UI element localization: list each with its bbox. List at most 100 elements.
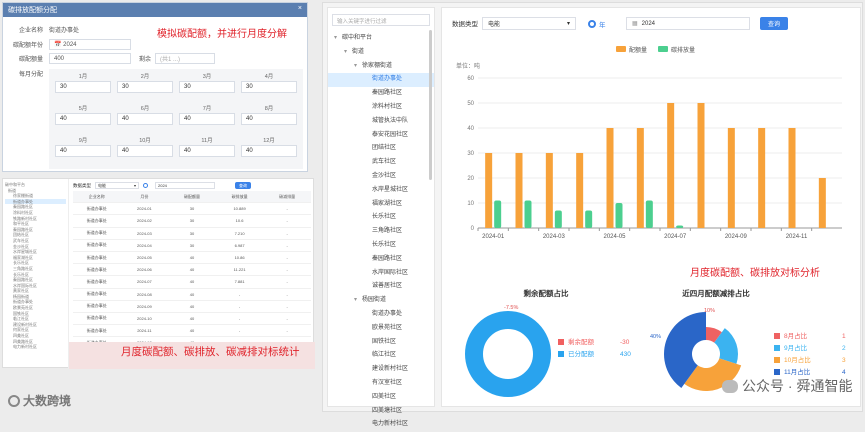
data-type-select[interactable]: 电能 ▾	[482, 17, 576, 30]
tree-item[interactable]: 街道办事处	[328, 73, 434, 88]
month-input[interactable]: 40	[241, 145, 297, 157]
month-input[interactable]: 40	[55, 113, 111, 125]
tree-item-label: 国铁社区	[372, 338, 397, 345]
tree-item[interactable]: 有汉室社区	[328, 377, 434, 391]
table-row[interactable]: 街道办事处 2024-01 30 10.889 -	[73, 203, 311, 216]
tree-item[interactable]: 泰安花园社区	[328, 129, 434, 143]
quota-bar[interactable]	[545, 153, 553, 228]
quota-bar[interactable]	[758, 128, 766, 228]
tree-item[interactable]: 涂料村社区	[328, 101, 434, 115]
tree-item[interactable]: 武车社区	[328, 156, 434, 170]
remaining-input[interactable]: (共1 ...)	[155, 53, 216, 64]
table-row[interactable]: 街道办事处 2024-07 40 7.881 -	[73, 276, 311, 289]
watermark-right: 公众号 · 舜通智能	[722, 376, 852, 396]
legend-label: 配额量	[629, 46, 647, 54]
tree-item[interactable]: 国铁社区	[328, 336, 434, 350]
tree-item[interactable]: 城管执法中队	[328, 115, 434, 129]
query-button[interactable]: 查询	[760, 17, 789, 30]
quota-bar[interactable]	[788, 128, 796, 228]
emission-bar[interactable]	[554, 210, 562, 229]
quota-bar[interactable]	[576, 153, 584, 228]
close-icon[interactable]: ×	[298, 5, 302, 15]
brand-logo-icon	[8, 394, 20, 407]
tree-item[interactable]: 建设新村社区	[328, 363, 434, 377]
tree-item[interactable]: 电力新村社区	[328, 418, 434, 432]
month-input[interactable]: 30	[241, 81, 297, 93]
table-row[interactable]: 街道办事处 2024-09 40 - -	[73, 301, 311, 313]
table-row[interactable]: 街道办事处 2024-03 30 7.210 -	[73, 228, 311, 240]
emission-bar[interactable]	[645, 200, 653, 229]
tree-item[interactable]: 四美塘社区	[328, 405, 434, 419]
mini-year-picker[interactable]: 2024	[155, 182, 215, 189]
emission-bar[interactable]	[524, 200, 532, 229]
table-row[interactable]: 街道办事处 2024-04 30 6.987 -	[73, 240, 311, 252]
year-picker[interactable]: ▦ 2024	[626, 17, 750, 30]
tree-item[interactable]: 四美社区	[328, 391, 434, 405]
mini-tree-item[interactable]: 电力新村社区	[5, 344, 66, 350]
tree-item[interactable]: 长乐社区	[328, 211, 434, 225]
tree-scrollbar[interactable]	[429, 30, 432, 180]
tree-item[interactable]: 秦园路社区	[328, 87, 434, 101]
table-row[interactable]: 街道办事处 2024-08 40 - -	[73, 289, 311, 301]
tree-item[interactable]: 福家湖社区	[328, 198, 434, 212]
table-row[interactable]: 街道办事处 2024-11 40 - -	[73, 325, 311, 338]
month-label: 7月	[202, 106, 212, 112]
month-input[interactable]: 40	[179, 113, 235, 125]
tree-item[interactable]: 金沙社区	[328, 170, 434, 184]
tree-item[interactable]: 街道办事处	[328, 308, 434, 322]
table-row[interactable]: 街道办事处 2024-02 30 10.6 -	[73, 215, 311, 228]
emission-bar[interactable]	[676, 225, 684, 229]
table-cell: -	[286, 206, 288, 212]
tree-item[interactable]: 水岸星城社区	[328, 184, 434, 198]
year-radio[interactable]: 年	[588, 19, 606, 29]
quota-bar[interactable]	[636, 128, 644, 228]
column-header: 月份	[140, 193, 149, 199]
month-input[interactable]: 40	[55, 145, 111, 157]
month-input[interactable]: 30	[55, 81, 111, 93]
quota-bar[interactable]	[515, 153, 523, 228]
mini-type-select[interactable]: 电能 ▾	[95, 182, 139, 189]
year-picker[interactable]: 📅 2024	[49, 39, 131, 50]
tree-item[interactable]: 水岸国际社区	[328, 267, 434, 281]
month-input[interactable]: 40	[117, 113, 173, 125]
month-input[interactable]: 40	[179, 145, 235, 157]
table-row[interactable]: 街道办事处 2024-10 40 - -	[73, 313, 311, 326]
tree-item-label: 杨园街道	[362, 297, 387, 304]
month-cell: 12月 40	[241, 136, 297, 157]
tree-item[interactable]: 三角路社区	[328, 225, 434, 239]
quota-bar[interactable]	[727, 128, 735, 228]
tree-search-input[interactable]: 输入关键字进行过滤	[332, 14, 430, 26]
tree-item[interactable]: ▾ 街道	[328, 46, 434, 60]
quota-bar[interactable]	[697, 103, 705, 228]
mini-query-button[interactable]: 查询	[235, 182, 251, 189]
tree-item[interactable]: 长乐社区	[328, 239, 434, 253]
quota-bar[interactable]	[606, 128, 614, 228]
quota-bar[interactable]	[818, 178, 826, 228]
month-input[interactable]: 30	[179, 81, 235, 93]
table-row[interactable]: 街道办事处 2024-05 40 10.86 -	[73, 252, 311, 265]
x-tick-label: 2024-03	[543, 234, 566, 238]
tree-item[interactable]: ▾ 碳中和平台	[328, 32, 434, 46]
emission-bar[interactable]	[494, 200, 502, 229]
tree-item[interactable]: ▾ 徐家棚街道	[328, 60, 434, 74]
tree-item[interactable]: 临江社区	[328, 349, 434, 363]
tree-item[interactable]: ▾ 杨园街道	[328, 294, 434, 308]
emission-bar[interactable]	[585, 210, 593, 229]
donut-slice-allocated[interactable]	[465, 311, 551, 397]
quota-input[interactable]: 400	[49, 53, 131, 64]
tree-item[interactable]: 欧景苑社区	[328, 322, 434, 336]
tree-item[interactable]: 诚善居社区	[328, 280, 434, 294]
mini-year-radio[interactable]	[143, 183, 148, 188]
table-row[interactable]: 街道办事处 2024-06 40 11.221 -	[73, 264, 311, 277]
month-input[interactable]: 40	[117, 145, 173, 157]
quota-bar[interactable]	[485, 153, 493, 228]
tree-item[interactable]: 秦园路社区	[328, 253, 434, 267]
emission-bar[interactable]	[615, 203, 623, 228]
quota-bar[interactable]	[667, 103, 675, 228]
remaining-quota-donut: 剩余配额占比-7.5%107.5%剩余配额-30已分配额430	[465, 288, 631, 397]
table-cell: 40	[189, 328, 195, 334]
tree-item[interactable]: 团结社区	[328, 142, 434, 156]
month-input[interactable]: 40	[241, 113, 297, 125]
quota-allocation-dialog: 碳排放配额分配 × 企业名称 街道办事处 碳配额年份 📅 2024 碳配额量 4…	[2, 2, 308, 172]
month-input[interactable]: 30	[117, 81, 173, 93]
